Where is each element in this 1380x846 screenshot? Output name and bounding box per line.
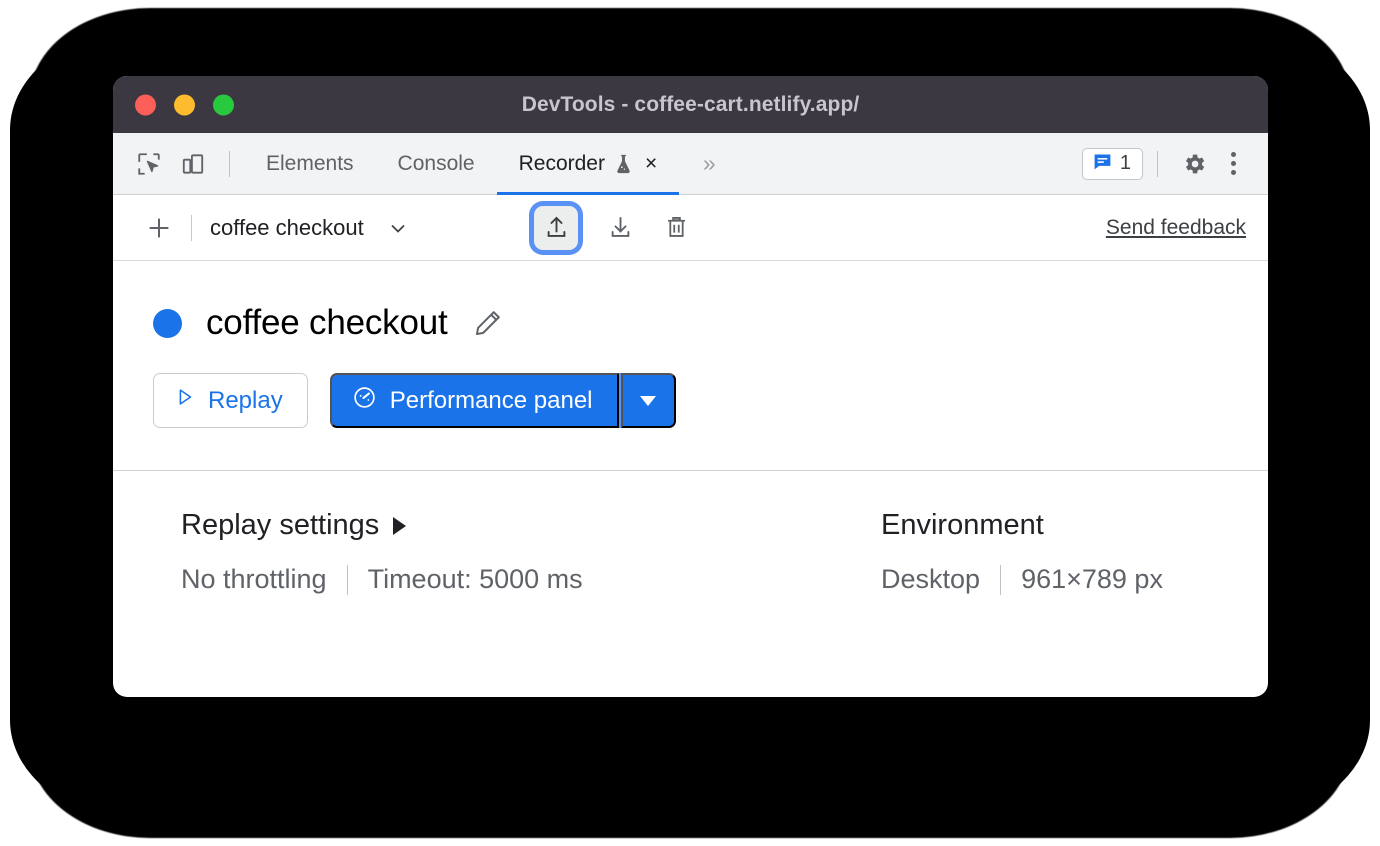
recording-select-value: coffee checkout xyxy=(210,214,364,240)
close-recorder-tab-button[interactable]: × xyxy=(645,153,657,174)
add-recording-button[interactable] xyxy=(139,208,179,248)
tabbar-right-group: 1 xyxy=(1081,142,1250,186)
performance-panel-button[interactable]: Performance panel xyxy=(329,373,619,428)
recorder-toolbar: coffee checkout Send feedback xyxy=(113,195,1268,261)
more-tabs-label: » xyxy=(702,150,716,176)
timeout-value: Timeout: 5000 ms xyxy=(367,564,583,594)
window-title: DevTools - coffee-cart.netlify.app/ xyxy=(521,92,860,116)
recording-header: coffee checkout xyxy=(113,303,1268,343)
panel-tab-list: Elements Console Recorder × » xyxy=(244,133,731,195)
import-upload-icon[interactable] xyxy=(534,205,578,250)
tabbar-right-divider xyxy=(1157,150,1158,177)
value-divider xyxy=(1000,564,1002,595)
issues-badge[interactable]: 1 xyxy=(1081,147,1143,180)
close-window-button[interactable] xyxy=(135,94,156,115)
environment-header: Environment xyxy=(881,509,1163,542)
minimize-window-button[interactable] xyxy=(174,94,195,115)
kebab-dot xyxy=(1230,152,1236,157)
chevron-down-icon xyxy=(386,216,410,240)
maximize-window-button[interactable] xyxy=(213,94,234,115)
value-divider xyxy=(346,564,348,595)
screenshot-stage: DevTools - coffee-cart.netlify.app/ Elem… xyxy=(0,0,1380,846)
replay-settings-label: Replay settings xyxy=(181,509,380,541)
gear-icon[interactable] xyxy=(1172,142,1216,186)
pencil-edit-icon[interactable] xyxy=(472,307,504,339)
environment-label: Environment xyxy=(881,509,1044,541)
tab-elements-label: Elements xyxy=(266,151,354,175)
tab-recorder-label: Recorder xyxy=(518,151,605,175)
send-feedback-link[interactable]: Send feedback xyxy=(1106,216,1246,240)
device-toolbar-icon[interactable] xyxy=(171,142,215,186)
environment-column: Environment Desktop 961×789 px xyxy=(881,509,1163,595)
kebab-dot xyxy=(1230,161,1236,166)
tab-console-label: Console xyxy=(397,151,475,175)
tab-elements[interactable]: Elements xyxy=(244,133,376,194)
replay-settings-values: No throttling Timeout: 5000 ms xyxy=(181,564,881,595)
settings-section: Replay settings No throttling Timeout: 5… xyxy=(113,471,1268,595)
throttling-value: No throttling xyxy=(181,564,327,594)
caret-right-icon xyxy=(393,516,407,535)
recording-actions: Replay Performance panel xyxy=(113,373,1268,428)
issues-message-icon xyxy=(1092,151,1113,177)
environment-values: Desktop 961×789 px xyxy=(881,564,1163,595)
performance-panel-button-group: Performance panel xyxy=(329,373,676,428)
experiment-flask-icon xyxy=(614,153,633,175)
devtools-window: DevTools - coffee-cart.netlify.app/ Elem… xyxy=(113,76,1268,697)
recording-select[interactable]: coffee checkout xyxy=(210,215,528,241)
more-tabs-icon[interactable]: » xyxy=(687,142,731,186)
viewport-value: 961×789 px xyxy=(1021,564,1163,594)
issues-count: 1 xyxy=(1119,152,1131,174)
inspect-element-icon[interactable] xyxy=(127,142,171,186)
caret-down-icon xyxy=(640,395,656,406)
toolbar-divider xyxy=(229,150,230,177)
tab-console[interactable]: Console xyxy=(376,133,497,194)
recorder-toolbar-divider xyxy=(191,214,192,241)
page-title: coffee checkout xyxy=(206,303,448,342)
more-options-icon[interactable] xyxy=(1216,144,1250,184)
export-download-icon[interactable] xyxy=(598,206,642,250)
recorder-main: coffee checkout Replay Performance panel… xyxy=(113,261,1268,595)
performance-panel-label: Performance panel xyxy=(389,386,593,414)
trash-icon[interactable] xyxy=(654,206,698,250)
performance-gauge-icon xyxy=(352,385,377,417)
tab-recorder[interactable]: Recorder × xyxy=(496,133,680,195)
device-value: Desktop xyxy=(881,564,981,594)
traffic-light-group xyxy=(135,94,234,115)
play-triangle-icon xyxy=(174,386,196,415)
replay-button[interactable]: Replay xyxy=(153,373,308,428)
replay-button-label: Replay xyxy=(208,386,283,414)
replay-settings-column: Replay settings No throttling Timeout: 5… xyxy=(181,509,881,595)
window-titlebar: DevTools - coffee-cart.netlify.app/ xyxy=(113,76,1268,133)
recording-status-dot xyxy=(153,308,182,338)
performance-panel-dropdown-button[interactable] xyxy=(620,373,676,428)
replay-settings-header[interactable]: Replay settings xyxy=(181,509,881,542)
devtools-tabbar: Elements Console Recorder × » 1 xyxy=(113,133,1268,195)
kebab-dot xyxy=(1230,170,1236,175)
